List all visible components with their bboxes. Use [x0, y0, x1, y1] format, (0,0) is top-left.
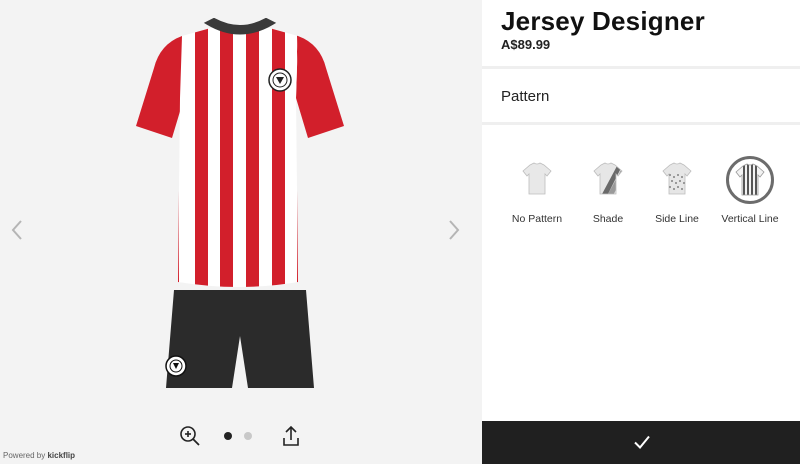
option-label: Side Line: [655, 213, 699, 225]
option-thumbnail: [584, 156, 632, 204]
shorts-crest-icon: [165, 355, 187, 377]
zoom-in-icon: [180, 426, 200, 446]
jersey-kit-preview: [136, 18, 344, 388]
preview-controls: [0, 424, 482, 448]
carousel-dot-1[interactable]: [224, 432, 232, 440]
jersey-left-sleeve: [136, 36, 184, 138]
shade-jersey-icon: [593, 162, 623, 195]
divider: [482, 66, 800, 69]
confirm-button[interactable]: [482, 421, 800, 464]
pattern-option-side-line[interactable]: Side Line: [637, 156, 717, 228]
option-label: Shade: [592, 213, 624, 225]
section-title-pattern[interactable]: Pattern: [501, 88, 549, 105]
option-label: No Pattern: [511, 213, 563, 225]
carousel-dot-2[interactable]: [244, 432, 252, 440]
pattern-option-no-pattern[interactable]: No Pattern: [497, 156, 577, 228]
powered-by-prefix: Powered by: [3, 451, 48, 460]
powered-by-label: Powered by kickflip: [3, 451, 75, 460]
option-thumbnail: [513, 156, 561, 204]
checkmark-icon: [634, 435, 650, 449]
vertical-line-jersey-icon: [735, 163, 765, 196]
divider: [482, 122, 800, 125]
product-price: A$89.99: [501, 37, 551, 52]
club-crest-icon: [268, 68, 292, 92]
plain-jersey-icon: [522, 162, 552, 195]
product-preview: Powered by kickflip: [0, 0, 482, 464]
shorts: [166, 290, 314, 388]
kickflip-brand-link[interactable]: kickflip: [47, 451, 75, 460]
previous-image-button[interactable]: [9, 218, 25, 242]
jersey-right-sleeve: [296, 36, 344, 138]
page-title: Jersey Designer: [501, 6, 705, 36]
share-icon: [283, 425, 299, 446]
pattern-option-shade[interactable]: Shade: [568, 156, 648, 228]
option-thumbnail: [653, 156, 701, 204]
chevron-right-icon: [449, 220, 460, 240]
option-thumbnail: [726, 156, 774, 204]
zoom-button[interactable]: [178, 424, 202, 448]
share-button[interactable]: [279, 424, 303, 448]
side-line-jersey-icon: [662, 162, 692, 195]
option-label: Vertical Line: [721, 213, 779, 225]
pattern-option-vertical-line[interactable]: Vertical Line: [710, 156, 790, 228]
next-image-button[interactable]: [446, 218, 462, 242]
customizer-panel: Jersey Designer A$89.99 Pattern No Patte…: [482, 0, 800, 464]
chevron-left-icon: [11, 220, 22, 240]
